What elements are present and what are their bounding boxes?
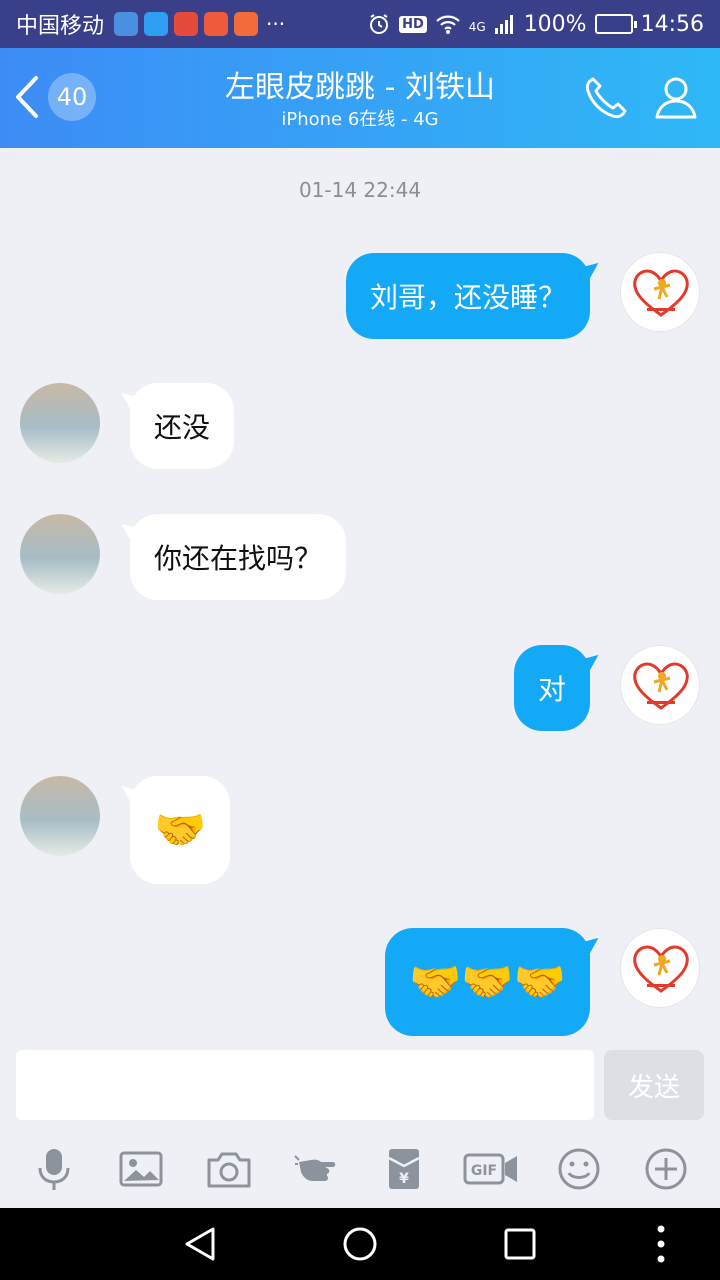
signal-icon [494, 15, 513, 34]
message-bubble-incoming[interactable]: 🤝 [130, 776, 231, 884]
nav-menu-button[interactable] [646, 1219, 676, 1269]
svg-text:¥: ¥ [399, 1171, 409, 1187]
square-recents-icon [504, 1228, 536, 1260]
gif-button[interactable]: GIF [456, 1134, 526, 1204]
nav-home-button[interactable] [335, 1219, 385, 1269]
emoji-button[interactable] [544, 1134, 614, 1204]
heart-logo-icon [633, 269, 689, 317]
camera-button[interactable] [194, 1134, 264, 1204]
emoji-icon [558, 1148, 600, 1190]
handshake-emoji: 🤝🤝🤝 [409, 957, 566, 1006]
hd-badge: HD [399, 15, 427, 33]
contact-name: 左眼皮跳跳 - 刘铁山 [225, 70, 495, 105]
chevron-left-icon [16, 76, 38, 118]
heart-logo-icon [633, 662, 689, 710]
plus-icon [645, 1148, 687, 1190]
my-avatar[interactable] [620, 928, 700, 1008]
app-notification-icon [234, 12, 259, 36]
unread-count-badge: 40 [48, 73, 96, 121]
network-type: 4G [468, 19, 486, 34]
profile-button[interactable] [648, 70, 704, 126]
message-list[interactable]: 01-14 22:44 刘哥，还没睡？ 还没 你还在找吗？ 对 🤝 🤝🤝🤝 [0, 148, 720, 1048]
send-button[interactable]: 发送 [604, 1050, 704, 1120]
svg-text:GIF: GIF [471, 1163, 497, 1179]
handshake-emoji: 🤝 [154, 805, 207, 854]
message-bubble-outgoing[interactable]: 对 [513, 645, 590, 731]
gif-icon: GIF [463, 1153, 518, 1185]
wifi-icon [435, 15, 460, 34]
more-button[interactable] [631, 1134, 701, 1204]
image-icon [119, 1151, 163, 1187]
chat-header: 40 左眼皮跳跳 - 刘铁山 iPhone 6在线 - 4G [0, 48, 720, 148]
system-navigation-bar [0, 1208, 720, 1280]
message-text: 你还在找吗？ [154, 542, 323, 575]
heart-logo-icon [633, 945, 689, 993]
my-avatar[interactable] [620, 645, 700, 725]
app-notification-icon [174, 12, 199, 36]
clock: 14:56 [640, 11, 704, 37]
app-notification-icon [144, 12, 169, 36]
message-text: 对 [537, 673, 566, 706]
chat-title-area[interactable]: 左眼皮跳跳 - 刘铁山 iPhone 6在线 - 4G [140, 68, 580, 132]
photo-button[interactable] [106, 1134, 176, 1204]
input-toolbar: ¥ GIF [0, 1130, 720, 1208]
person-icon [655, 77, 697, 119]
compose-bar: 发送 [0, 1048, 720, 1130]
phone-icon [585, 77, 627, 119]
poke-icon [294, 1155, 336, 1181]
red-packet-button[interactable]: ¥ [369, 1134, 439, 1204]
back-button[interactable]: 40 [10, 72, 96, 122]
vertical-dots-icon [657, 1225, 665, 1263]
camera-icon [207, 1152, 251, 1188]
message-bubble-outgoing[interactable]: 刘哥，还没睡？ [345, 253, 590, 339]
message-bubble-incoming[interactable]: 你还在找吗？ [130, 514, 347, 600]
my-avatar[interactable] [620, 252, 700, 332]
message-timestamp: 01-14 22:44 [298, 178, 422, 202]
nav-recents-button[interactable] [495, 1219, 545, 1269]
triangle-back-icon [185, 1227, 215, 1261]
battery-percent: 100% [523, 11, 587, 37]
friend-avatar[interactable] [20, 776, 100, 856]
more-notifications: ··· [266, 12, 286, 36]
online-status: iPhone 6在线 - 4G [281, 109, 439, 130]
nav-back-button[interactable] [175, 1219, 225, 1269]
message-text: 刘哥，还没睡？ [369, 281, 566, 314]
message-bubble-outgoing[interactable]: 🤝🤝🤝 [385, 928, 590, 1036]
app-notification-icon [114, 12, 139, 36]
friend-avatar[interactable] [20, 514, 100, 594]
notification-icons [114, 12, 259, 36]
friend-avatar[interactable] [20, 383, 100, 463]
mic-icon [38, 1149, 70, 1190]
app-notification-icon [204, 12, 229, 36]
call-button[interactable] [578, 70, 634, 126]
message-input[interactable] [16, 1050, 594, 1120]
carrier-name: 中国移动 [16, 14, 105, 39]
alarm-icon [370, 14, 389, 34]
poke-button[interactable] [281, 1134, 351, 1204]
message-text: 还没 [154, 411, 211, 444]
circle-home-icon [343, 1227, 377, 1261]
battery-icon [594, 14, 637, 34]
red-packet-icon: ¥ [388, 1149, 420, 1189]
message-bubble-incoming[interactable]: 还没 [130, 383, 235, 469]
status-bar: 中国移动 ··· HD 4G 100% 14:56 [0, 0, 720, 48]
voice-button[interactable] [19, 1134, 89, 1204]
